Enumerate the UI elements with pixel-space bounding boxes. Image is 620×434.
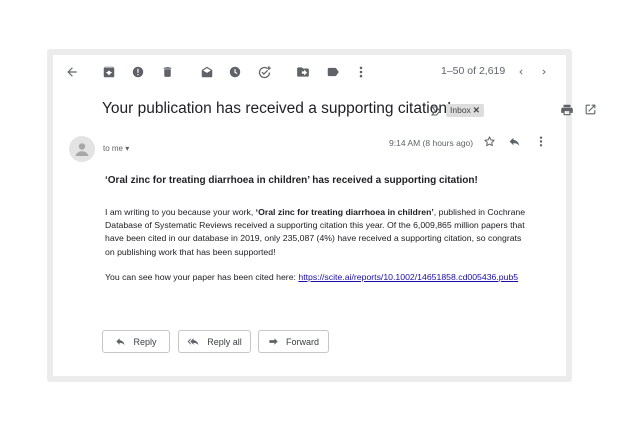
email-subject: Your publication has received a supporti… — [102, 100, 452, 117]
importance-marker-icon[interactable] — [430, 104, 442, 122]
toolbar: 1–50 of 2,619 — [53, 55, 566, 88]
paper-title: ‘Oral zinc for treating diarrhoea in chi… — [255, 207, 434, 217]
body-paragraph: You can see how your paper has been cite… — [105, 271, 530, 284]
back-arrow-icon[interactable] — [63, 63, 81, 81]
recipient-label: to me — [103, 144, 124, 153]
forward-button[interactable]: Forward — [258, 330, 329, 353]
reply-icon[interactable] — [508, 135, 521, 153]
email-view: 1–50 of 2,619 Your publication has recei… — [53, 55, 596, 376]
remove-label-icon[interactable]: ✕ — [473, 105, 480, 115]
inbox-label-chip: Inbox ✕ — [446, 104, 484, 117]
avatar — [69, 136, 95, 162]
recipient-toggle[interactable]: to me ▾ — [103, 144, 129, 153]
delete-icon[interactable] — [158, 63, 176, 81]
forward-icon — [269, 338, 278, 345]
more-vert-icon[interactable] — [352, 63, 370, 81]
paragraph-text: I am writing to you because your work, — [105, 207, 256, 217]
paragraph-text: You can see how your paper has been cite… — [105, 272, 299, 282]
archive-icon[interactable] — [100, 63, 118, 81]
pagination-count: 1–50 of 2,619 — [441, 65, 506, 77]
label-icon[interactable] — [324, 63, 342, 81]
reply-all-button-label: Reply all — [207, 336, 242, 347]
label-chip-text: Inbox — [450, 105, 471, 115]
more-vert-icon[interactable] — [538, 135, 544, 153]
chevron-right-icon[interactable] — [535, 63, 553, 81]
email-heading: ‘Oral zinc for treating diarrhoea in chi… — [105, 175, 478, 186]
reply-all-button[interactable]: Reply all — [178, 330, 251, 353]
print-icon[interactable] — [560, 103, 574, 122]
star-icon[interactable] — [483, 135, 496, 153]
subject-row: Your publication has received a supporti… — [102, 100, 596, 124]
reply-button[interactable]: Reply — [102, 330, 170, 353]
snooze-icon[interactable] — [226, 63, 244, 81]
email-body: ‘Oral zinc for treating diarrhoea in chi… — [105, 175, 530, 282]
move-to-icon[interactable] — [294, 63, 312, 81]
forward-button-label: Forward — [285, 336, 319, 347]
caret-down-icon: ▾ — [125, 144, 130, 153]
reply-button-label: Reply — [133, 336, 157, 347]
report-spam-icon[interactable] — [129, 63, 147, 81]
add-task-icon[interactable] — [255, 63, 273, 81]
chevron-left-icon[interactable] — [512, 63, 530, 81]
citation-report-link[interactable]: https://scite.ai/reports/10.1002/1465185… — [298, 272, 518, 282]
reply-icon — [116, 338, 126, 346]
body-paragraph: I am writing to you because your work, ‘… — [105, 206, 530, 259]
reply-all-icon — [187, 338, 199, 346]
open-in-new-window-icon[interactable] — [584, 103, 597, 121]
email-time: 9:14 AM (8 hours ago) — [389, 138, 474, 148]
mark-unread-icon[interactable] — [198, 63, 216, 81]
